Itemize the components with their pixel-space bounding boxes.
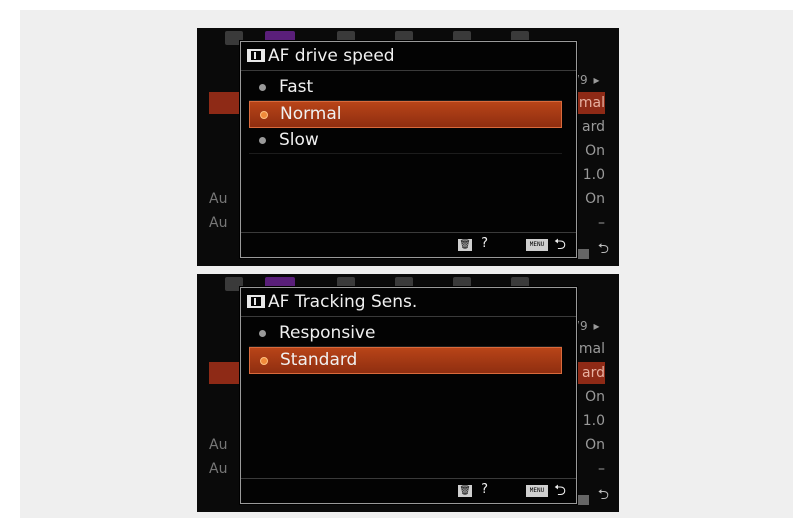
trash-icon[interactable]: 🗑: [458, 239, 472, 251]
radio-dot-icon: [260, 357, 268, 365]
af-tracking-sens-dialog: AF Tracking Sens. Responsive Standard 🗑 …: [240, 287, 577, 504]
return-icon[interactable]: ⮌: [554, 480, 566, 505]
option-fast[interactable]: Fast: [249, 75, 562, 101]
dialog-title: AF Tracking Sens.: [241, 288, 576, 317]
radio-dot-icon: [259, 84, 266, 91]
bg-return-icon: ⮌: [597, 241, 609, 257]
camera-screen-af-drive-speed: /9 ▸ mal ard On 1.0 Au On Au – ⮌ AF drive …: [197, 28, 619, 266]
trash-icon[interactable]: 🗑: [458, 485, 472, 497]
option-list: Responsive Standard: [241, 321, 576, 374]
radio-dot-icon: [259, 137, 266, 144]
help-text[interactable]: ?: [481, 236, 488, 251]
dialog-footer: 🗑 ? MENU ⮌: [241, 232, 576, 257]
page-indicator: /9 ▸: [575, 319, 601, 333]
movie-film-icon: [247, 295, 265, 308]
menu-button[interactable]: MENU: [526, 485, 548, 497]
bg-return-icon: ⮌: [597, 487, 609, 503]
movie-film-icon: [247, 49, 265, 62]
dialog-title: AF drive speed: [241, 42, 576, 71]
page-indicator: /9 ▸: [575, 73, 601, 87]
option-slow[interactable]: Slow: [249, 128, 562, 154]
camera-screen-af-tracking-sens: /9 ▸ mal ard On 1.0 Au On Au – ⮌ AF Tracki…: [197, 274, 619, 512]
option-normal[interactable]: Normal: [249, 101, 562, 128]
option-responsive[interactable]: Responsive: [249, 321, 562, 347]
menu-button[interactable]: MENU: [526, 239, 548, 251]
return-icon[interactable]: ⮌: [554, 234, 566, 259]
radio-dot-icon: [259, 330, 266, 337]
help-text[interactable]: ?: [481, 482, 488, 497]
dialog-footer: 🗑 ? MENU ⮌: [241, 478, 576, 503]
option-list: Fast Normal Slow: [241, 75, 576, 154]
af-drive-speed-dialog: AF drive speed Fast Normal Slow 🗑 ? MENU…: [240, 41, 577, 258]
dialog-title-text: AF Tracking Sens.: [268, 292, 418, 312]
dialog-title-text: AF drive speed: [268, 46, 395, 66]
radio-dot-icon: [260, 111, 268, 119]
option-standard[interactable]: Standard: [249, 347, 562, 374]
